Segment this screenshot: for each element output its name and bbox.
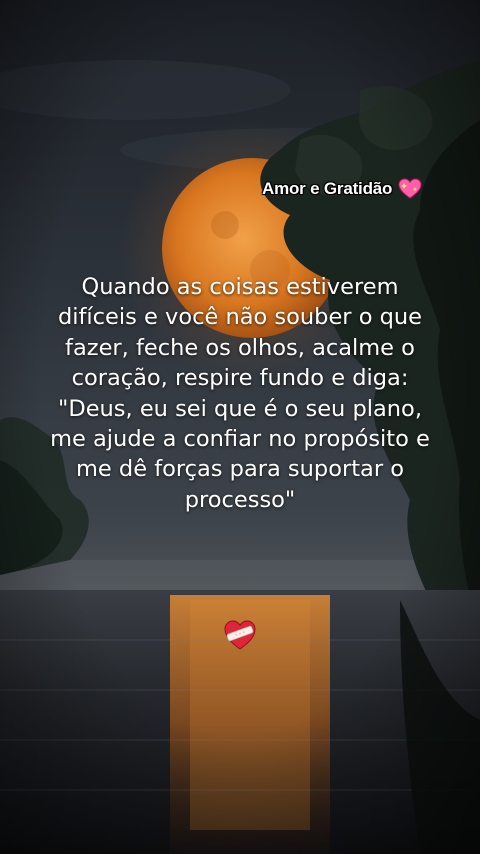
quote-text: Quando as coisas estiverem difíceis e vo… xyxy=(50,274,430,513)
brand-watermark: Amor e Gratidão xyxy=(262,178,442,200)
story-scene: Amor e Gratidão Quando as coisas estiver… xyxy=(0,0,480,854)
mending-heart-icon xyxy=(223,618,257,652)
brand-label: Amor e Gratidão xyxy=(262,179,393,198)
sparkling-heart-icon xyxy=(398,178,422,200)
